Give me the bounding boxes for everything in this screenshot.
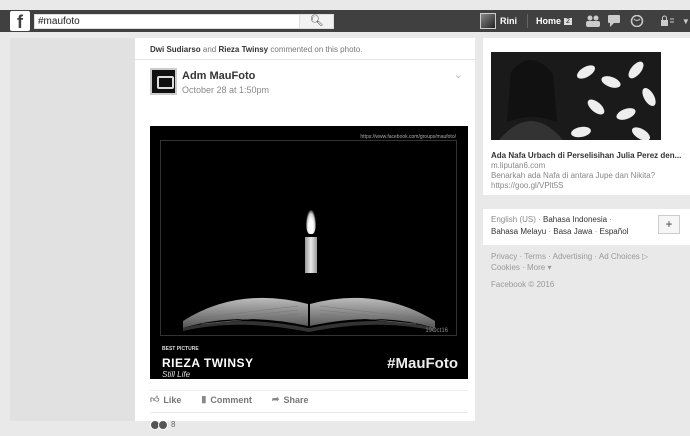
nav-divider — [527, 14, 528, 28]
separator: · — [607, 215, 612, 224]
story-action-text: commented on this photo. — [268, 45, 363, 54]
footer-links-line-1[interactable]: Privacy · Terms · Advertising · Ad Choic… — [491, 251, 682, 262]
actor-link[interactable]: Rieza Twinsy — [218, 45, 268, 54]
account-menu-chevron-icon[interactable]: ▼ — [682, 17, 690, 26]
blue-bar: f 🔍︎ Rini Home 2 ▼ — [0, 10, 690, 32]
feed-post: Adm MauFoto October 28 at 1:50pm ⌄ https… — [135, 60, 475, 430]
user-avatar[interactable] — [480, 13, 496, 29]
right-column: Ada Nafa Urbach di Perselisihan Julia Pe… — [483, 38, 690, 296]
privacy-lock-icon[interactable] — [660, 15, 674, 27]
ad-domain: m.liputan6.com — [491, 161, 546, 170]
best-picture-label: BEST PICTURE — [162, 346, 199, 352]
share-arrow-icon: ➦ — [271, 394, 280, 404]
separator: · — [592, 227, 600, 236]
search-button[interactable]: 🔍︎ — [299, 15, 333, 28]
search-input[interactable] — [35, 15, 295, 28]
friend-requests-icon[interactable] — [585, 15, 600, 27]
footer-links-line-2[interactable]: Cookies · More ▾ — [491, 262, 682, 273]
sponsored-ad[interactable]: Ada Nafa Urbach di Perselisihan Julia Pe… — [483, 38, 690, 195]
story-header: Dwi Sudiarso and Rieza Twinsy commented … — [135, 38, 475, 60]
photo-category: Still Life — [162, 370, 191, 379]
page-name-link[interactable]: Adm MauFoto — [182, 70, 255, 82]
more-languages-button[interactable]: + — [658, 215, 680, 234]
language-link[interactable]: Bahasa Melayu — [491, 227, 546, 236]
language-selector: English (US) · Bahasa Indonesia · Bahasa… — [483, 209, 690, 245]
post-timestamp[interactable]: October 28 at 1:50pm — [182, 85, 269, 95]
nav-right: Rini Home 2 ▼ — [480, 10, 690, 32]
comment-label: Comment — [210, 394, 252, 405]
news-feed: Dwi Sudiarso and Rieza Twinsy commented … — [135, 38, 475, 430]
copyright: Facebook © 2016 — [491, 280, 555, 289]
profile-link[interactable]: Rini — [500, 16, 517, 26]
ad-description: Benarkah ada Nafa di antara Jupe dan Nik… — [491, 171, 656, 190]
language-line-2: Bahasa Melayu · Basa Jawa · Español — [491, 227, 628, 236]
facebook-logo-icon[interactable]: f — [10, 11, 30, 32]
reaction-count: 8 — [171, 420, 176, 429]
ad-title[interactable]: Ada Nafa Urbach di Perselisihan Julia Pe… — [491, 151, 681, 160]
page-avatar[interactable] — [150, 68, 177, 95]
thumbs-up-icon: 👍︎ — [150, 394, 160, 404]
home-count-badge: 2 — [564, 17, 572, 25]
winner-name: RIEZA TWINSY — [162, 356, 254, 370]
left-sidebar — [10, 38, 135, 421]
language-line-1: English (US) · Bahasa Indonesia · — [491, 215, 612, 224]
footer: Privacy · Terms · Advertising · Ad Choic… — [483, 245, 690, 296]
ad-image-art — [491, 52, 661, 140]
language-link[interactable]: Español — [600, 227, 629, 236]
like-label: Like — [163, 394, 182, 405]
post-header: Adm MauFoto October 28 at 1:50pm ⌄ — [135, 60, 475, 120]
open-book — [183, 297, 435, 332]
love-reaction-icon — [158, 419, 168, 430]
top-navigation-bar: f 🔍︎ Rini Home 2 ▼ — [0, 0, 690, 38]
messages-icon[interactable] — [607, 15, 622, 27]
candle-flame — [306, 210, 316, 234]
home-link[interactable]: Home — [536, 16, 561, 26]
separator: · — [535, 215, 544, 224]
language-link[interactable]: Basa Jawa — [553, 227, 592, 236]
post-actions: 👍︎ Like ▮ Comment ➦ Share — [150, 390, 468, 408]
search-icon: 🔍︎ — [309, 15, 324, 27]
post-options-chevron-icon[interactable]: ⌄ — [454, 68, 463, 81]
post-photo[interactable]: https://www.facebook.com/groups/maufoto/… — [150, 126, 468, 379]
photo-date-stamp: 19Oct16 — [425, 328, 448, 334]
language-link[interactable]: Bahasa Indonesia — [543, 215, 607, 224]
comment-icon: ▮ — [201, 394, 207, 404]
search-box: 🔍︎ — [34, 14, 334, 29]
comment-button[interactable]: ▮ Comment — [201, 394, 251, 405]
reactions-summary[interactable]: 8 — [150, 412, 468, 436]
actor-link[interactable]: Dwi Sudiarso — [150, 45, 201, 54]
share-button[interactable]: ➦ Share — [272, 394, 309, 405]
notifications-globe-icon[interactable] — [630, 15, 644, 27]
like-button[interactable]: 👍︎ Like — [150, 394, 181, 405]
story-conjunction: and — [200, 45, 219, 54]
ad-image[interactable] — [491, 52, 661, 140]
current-language: English (US) — [491, 215, 536, 224]
share-label: Share — [283, 394, 309, 405]
hashtag-watermark: #MauFoto — [387, 355, 458, 372]
